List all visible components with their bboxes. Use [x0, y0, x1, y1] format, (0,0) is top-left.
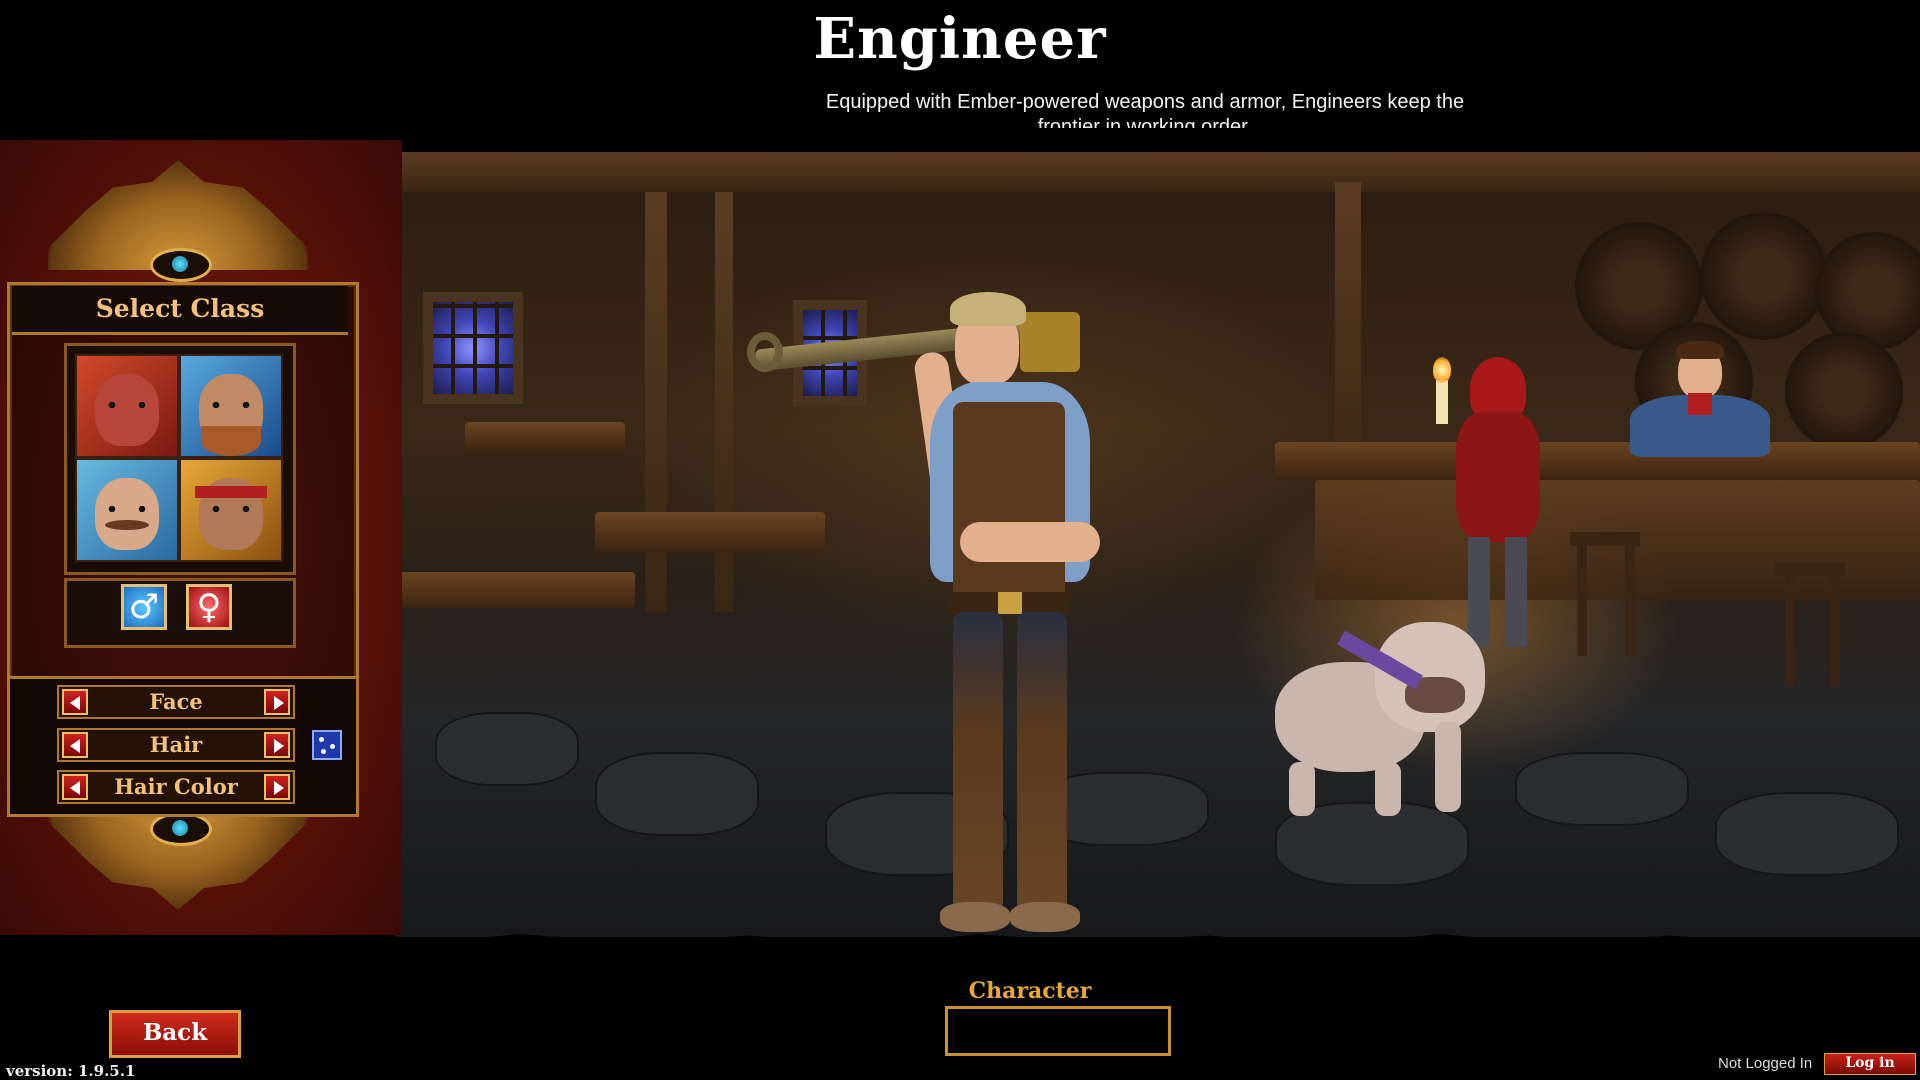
select-class-title: Select Class	[12, 286, 348, 335]
stool	[1775, 562, 1845, 576]
hair-prev-arrow-icon[interactable]	[62, 732, 88, 758]
login-status: Not Logged In	[1718, 1055, 1813, 1072]
class-portrait-grid	[64, 343, 296, 575]
bulldog-pet	[1275, 622, 1495, 822]
class-title: Engineer	[813, 6, 1107, 72]
login-button[interactable]: Log in	[1824, 1053, 1916, 1075]
character-preview-scene	[395, 152, 1920, 937]
wrench-jaw	[1020, 312, 1080, 372]
hooded-patron	[1450, 357, 1545, 647]
floor-stone	[435, 712, 579, 786]
face-next-arrow-icon[interactable]	[264, 689, 290, 715]
class-portrait-3-icon[interactable]	[75, 458, 179, 562]
dice-icon[interactable]	[312, 730, 342, 760]
candle-flame	[1433, 357, 1451, 383]
stool	[1570, 532, 1640, 546]
floor-stone	[595, 752, 759, 836]
face-option: Face	[57, 685, 295, 719]
engineer-character	[747, 292, 1175, 937]
face-prev-arrow-icon[interactable]	[62, 689, 88, 715]
hair-option: Hair	[57, 728, 295, 762]
class-portrait-4-icon[interactable]	[179, 458, 283, 562]
bartender	[1630, 341, 1770, 457]
floor-stone	[1515, 752, 1689, 826]
stool-leg	[1785, 576, 1795, 686]
stool-leg	[1625, 546, 1635, 656]
hair-next-arrow-icon[interactable]	[264, 732, 290, 758]
window	[423, 292, 523, 404]
candle	[1436, 380, 1448, 424]
barrel	[1700, 212, 1828, 340]
hair-option-label: Hair	[149, 732, 203, 757]
class-portrait-1-icon[interactable]	[75, 354, 179, 458]
stool-leg	[1577, 546, 1587, 656]
hair-color-option: Hair Color	[57, 770, 295, 804]
hair-color-option-label: Hair Color	[114, 774, 238, 799]
female-icon[interactable]: ♀	[186, 584, 232, 630]
male-icon[interactable]: ♂	[121, 584, 167, 630]
class-portrait-2-icon[interactable]	[179, 354, 283, 458]
eye-emblem-icon	[150, 812, 212, 846]
back-button[interactable]: Back	[109, 1010, 241, 1058]
bench	[395, 572, 635, 608]
eye-emblem-icon	[150, 248, 212, 282]
wrench-head	[747, 332, 783, 372]
bar-counter	[1275, 442, 1920, 480]
stool-leg	[1830, 576, 1840, 686]
gender-select	[64, 578, 296, 648]
face-option-label: Face	[149, 689, 203, 714]
hair-color-prev-arrow-icon[interactable]	[62, 774, 88, 800]
hair-color-next-arrow-icon[interactable]	[264, 774, 290, 800]
table	[465, 422, 625, 452]
ceiling-beam	[395, 152, 1920, 192]
character-name-input[interactable]	[945, 1006, 1171, 1056]
barrel	[1785, 332, 1903, 450]
version-label: version: 1.9.5.1	[6, 1062, 136, 1080]
floor-stone	[1715, 792, 1899, 876]
